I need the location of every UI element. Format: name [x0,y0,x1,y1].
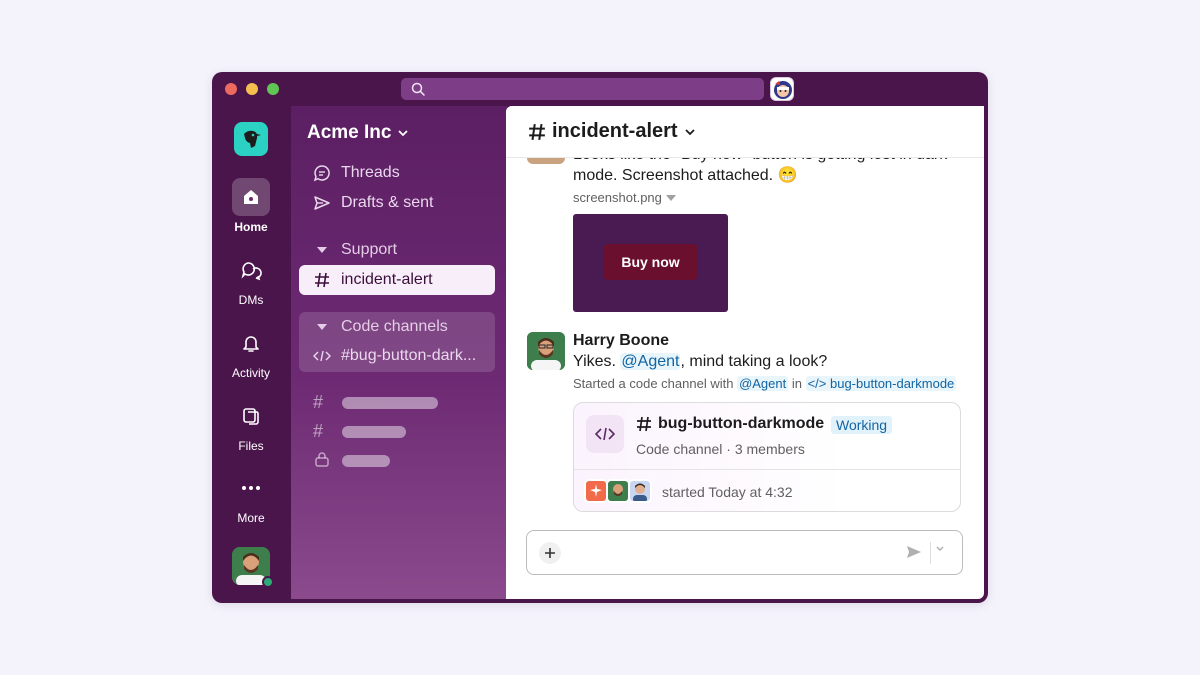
rail-dms[interactable]: DMs [212,251,290,307]
assistant-icon [774,81,792,99]
hash-icon [529,123,545,140]
channel-title: incident-alert [552,120,678,142]
hash-icon [315,272,329,288]
send-icon [314,196,330,210]
sidebar-item-label: Drafts & sent [341,194,434,211]
sidebar-item-incident-alert[interactable]: incident-alert [299,265,495,295]
screenshot-attachment[interactable]: Buy now [573,214,728,312]
plus-icon [545,548,555,558]
sidebar-item-bug-button-darkmode[interactable]: #bug-button-dark... [299,341,495,371]
bell-icon [243,336,259,352]
status-badge: Working [831,416,893,434]
message-text: Yikes. @Agent, mind taking a look? [573,353,828,370]
message-subline: Started a code channel with @Agent in </… [573,376,957,391]
code-icon [586,415,624,453]
close-window-button[interactable] [225,83,237,95]
section-support[interactable]: Support [299,235,495,265]
workspace-logo[interactable] [234,122,268,156]
code-icon [313,350,331,362]
channel-sidebar: Acme Inc Threads Drafts & sent Support i… [291,106,507,599]
hash-icon: # [313,392,324,412]
channel-view: incident-alert Looks like the "Buy now" … [506,106,984,599]
rail-activity-label: Activity [231,366,270,380]
hash-icon [637,416,651,432]
agent-avatar [584,479,608,503]
mention-agent[interactable]: @Agent [620,353,681,370]
channel-link[interactable]: </> bug-button-darkmode [805,376,957,391]
spark-icon [590,484,602,497]
section-label: Support [341,241,398,258]
dms-icon [241,262,262,281]
divider [574,469,960,470]
assistant-button[interactable] [770,77,794,101]
card-subtitle: Code channel · 3 members [636,441,805,457]
add-attachment-button[interactable] [539,542,561,564]
placeholder-channel [342,397,438,409]
home-icon [244,190,258,204]
workspace-name: Acme Inc [307,122,392,143]
channel-header[interactable]: incident-alert [506,106,984,158]
presence-indicator [262,576,274,588]
section-code-channels[interactable]: Code channels [299,312,495,342]
rail-activity[interactable]: Activity [212,324,290,380]
sidebar-item-threads[interactable]: Threads [299,158,495,188]
rail-files-label: Files [238,439,264,453]
message-composer[interactable] [526,530,963,575]
bird-icon [244,130,261,148]
divider [930,542,931,564]
mention-agent[interactable]: @Agent [737,376,789,391]
avatar[interactable] [527,332,565,370]
section-label: Code channels [341,318,448,335]
card-footer: started Today at 4:32 [662,484,793,500]
placeholder-channel [342,426,406,438]
caret-down-icon [317,247,327,253]
send-icon[interactable] [905,543,923,561]
maximize-window-button[interactable] [267,83,279,95]
chevron-down-icon[interactable] [935,544,945,554]
lock-icon [315,452,329,467]
threads-icon [313,165,330,182]
rail-dms-label: DMs [238,293,264,307]
sidebar-item-label: #bug-button-dark... [341,347,477,364]
avatar-image [527,332,565,370]
chevron-down-icon [684,128,695,135]
rail-more-label: More [237,511,265,525]
search-icon [411,82,425,96]
minimize-window-button[interactable] [246,83,258,95]
message-author[interactable]: Harry Boone [573,332,669,350]
workspace-switcher[interactable]: Acme Inc [307,122,409,144]
rail-files[interactable]: Files [212,397,290,453]
sidebar-item-label: incident-alert [341,271,433,288]
hash-icon: # [313,421,324,441]
rail-more[interactable]: More [212,469,290,525]
search-bar[interactable] [401,78,764,100]
caret-down-icon [317,324,327,330]
left-rail: Home DMs Activity Files More [212,106,290,603]
avatar [606,479,630,503]
rail-home-label: Home [234,220,268,234]
sidebar-item-drafts[interactable]: Drafts & sent [299,188,495,218]
placeholder-channel [342,455,390,467]
more-icon [242,486,260,490]
app-window: Home DMs Activity Files More Acme Inc Th… [212,72,988,603]
code-channel-card[interactable]: bug-button-darkmode Working Code channel… [573,402,961,512]
caret-down-icon [665,195,676,201]
attachment-filename[interactable]: screenshot.png [573,190,676,205]
sidebar-item-label: Threads [341,164,400,181]
buy-now-preview: Buy now [603,244,698,280]
avatar [628,479,652,503]
card-title[interactable]: bug-button-darkmode [636,415,824,433]
message-text: mode. Screenshot attached. 😁 [573,167,798,184]
chevron-down-icon [398,130,409,137]
files-icon [243,408,259,425]
rail-home[interactable]: Home [212,178,290,234]
